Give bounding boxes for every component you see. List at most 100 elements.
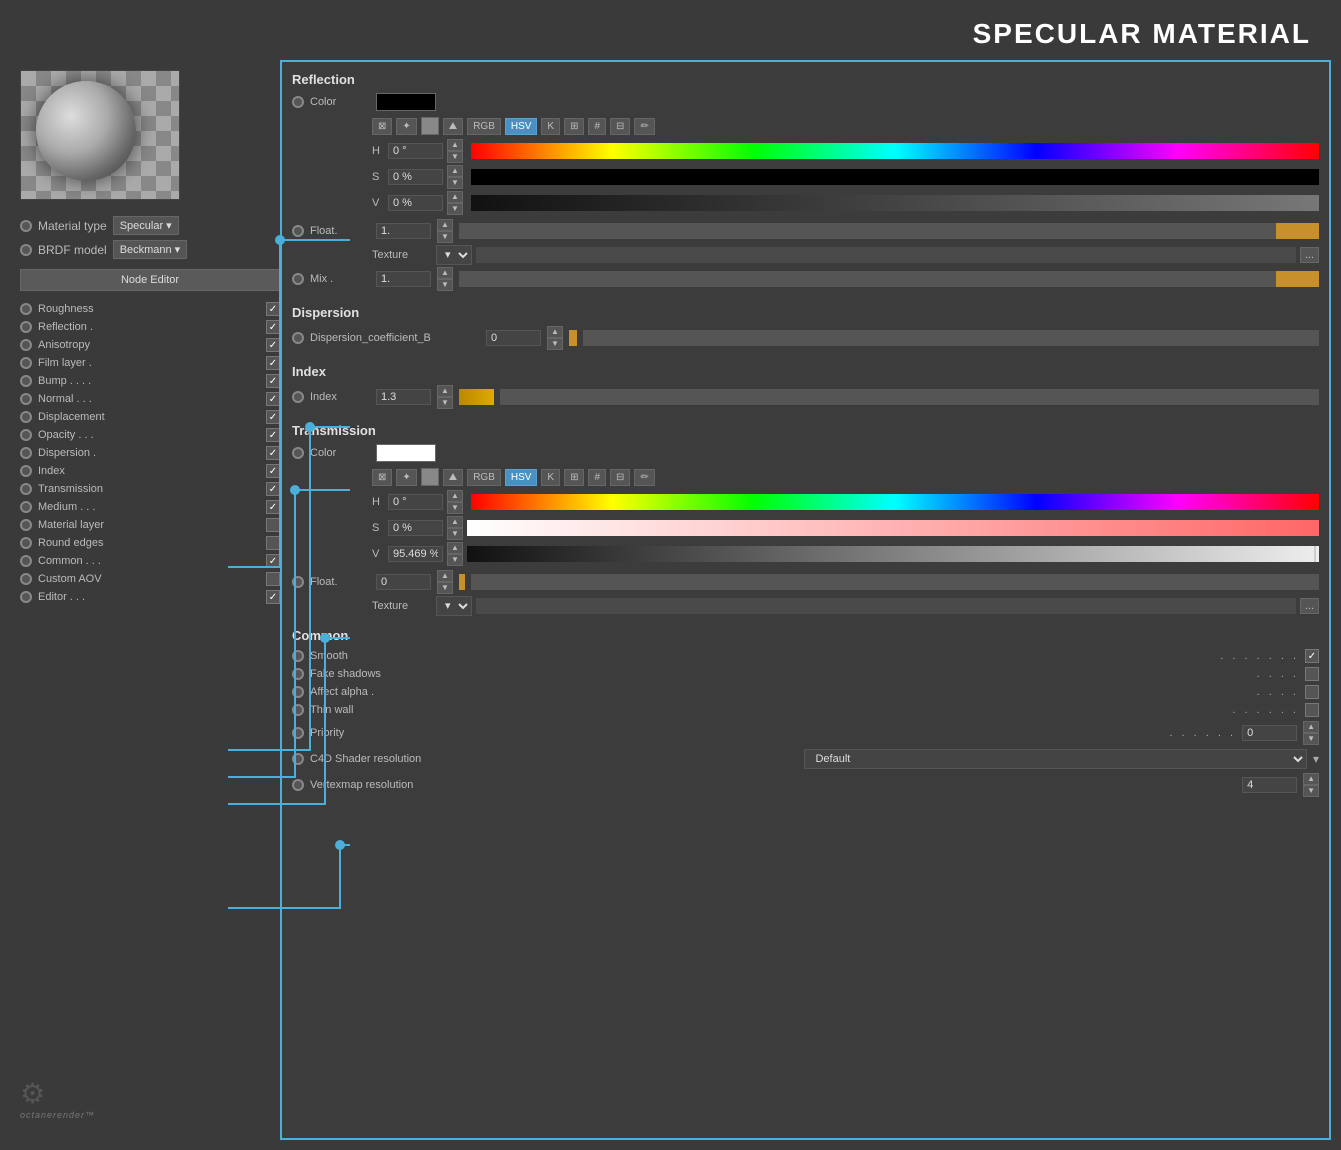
t-color-tool-reduce[interactable]: ⊠ [372,469,392,486]
color-tool-rgb[interactable]: RGB [467,118,501,135]
editor-checkbox[interactable] [266,590,280,604]
t-color-tool-grid1[interactable]: ⊞ [564,469,584,486]
color-tool-hsv[interactable]: HSV [505,118,538,135]
priority-up[interactable]: ▲ [1303,721,1319,733]
color-tool-k[interactable]: K [541,118,560,135]
node-editor-button[interactable]: Node Editor [20,269,280,291]
normal-radio[interactable] [20,393,32,405]
index-prop-radio[interactable] [292,391,304,403]
t-color-tool-grid2[interactable]: ⊟ [610,469,630,486]
reflection-float-radio[interactable] [292,225,304,237]
t-v-up[interactable]: ▲ [447,542,463,554]
texture-dropdown[interactable]: ▾ [436,245,472,265]
t-h-input[interactable] [388,494,443,510]
transmission-checkbox[interactable] [266,482,280,496]
displacement-checkbox[interactable] [266,410,280,424]
index-radio[interactable] [20,465,32,477]
reflection-color-radio[interactable] [292,96,304,108]
affect-alpha-radio[interactable] [292,686,304,698]
common-checkbox[interactable] [266,554,280,568]
anisotropy-checkbox[interactable] [266,338,280,352]
t-color-tool-grey[interactable] [421,468,439,486]
t-float-up[interactable]: ▲ [437,570,453,582]
t-float-radio[interactable] [292,576,304,588]
t-h-down[interactable]: ▼ [447,502,463,514]
roughness-checkbox[interactable] [266,302,280,316]
c4d-shader-radio[interactable] [292,753,304,765]
fake-shadows-radio[interactable] [292,668,304,680]
dispersion-radio[interactable] [20,447,32,459]
color-tool-wheel[interactable]: ✦ [396,118,416,135]
t-color-tool-landscape[interactable]: ⛰ [443,469,463,486]
mix-input[interactable] [376,271,431,287]
t-s-down[interactable]: ▼ [447,528,463,540]
float-down[interactable]: ▼ [437,231,453,243]
material-layer-checkbox[interactable] [266,518,280,532]
medium-radio[interactable] [20,501,32,513]
round-edges-checkbox[interactable] [266,536,280,550]
t-v-input[interactable] [388,546,443,562]
t-color-tool-k[interactable]: K [541,469,560,486]
thin-wall-checkbox[interactable] [1305,703,1319,717]
medium-checkbox[interactable] [266,500,280,514]
bump-checkbox[interactable] [266,374,280,388]
priority-down[interactable]: ▼ [1303,733,1319,745]
film-layer-radio[interactable] [20,357,32,369]
affect-alpha-checkbox[interactable] [1305,685,1319,699]
t-color-tool-rgb[interactable]: RGB [467,469,501,486]
vertexmap-down[interactable]: ▼ [1303,785,1319,797]
custom-aov-checkbox[interactable] [266,572,280,586]
vertexmap-up[interactable]: ▲ [1303,773,1319,785]
mix-up[interactable]: ▲ [437,267,453,279]
thin-wall-radio[interactable] [292,704,304,716]
color-tool-eyedropper[interactable]: ✏ [634,118,654,135]
t-val-bar[interactable] [467,546,1319,562]
color-tool-landscape[interactable]: ⛰ [443,118,463,135]
smooth-radio[interactable] [292,650,304,662]
reflection-radio[interactable] [20,321,32,333]
hue-bar[interactable] [471,143,1319,159]
val-bar[interactable] [471,195,1319,211]
t-h-up[interactable]: ▲ [447,490,463,502]
dispersion-checkbox[interactable] [266,446,280,460]
s-input[interactable] [388,169,443,185]
color-tool-grid1[interactable]: ⊞ [564,118,584,135]
h-up[interactable]: ▲ [447,139,463,151]
t-s-up[interactable]: ▲ [447,516,463,528]
index-checkbox[interactable] [266,464,280,478]
float-input[interactable] [376,223,431,239]
t-color-tool-hash[interactable]: # [588,469,606,486]
fake-shadows-checkbox[interactable] [1305,667,1319,681]
t-float-input[interactable] [376,574,431,590]
opacity-radio[interactable] [20,429,32,441]
index-down[interactable]: ▼ [437,397,453,409]
transmission-color-radio[interactable] [292,447,304,459]
v-input[interactable] [388,195,443,211]
t-color-tool-wheel[interactable]: ✦ [396,469,416,486]
opacity-checkbox[interactable] [266,428,280,442]
material-layer-radio[interactable] [20,519,32,531]
s-down[interactable]: ▼ [447,177,463,189]
t-color-tool-hsv[interactable]: HSV [505,469,538,486]
vertexmap-radio[interactable] [292,779,304,791]
t-texture-dropdown[interactable]: ▾ [436,596,472,616]
t-s-input[interactable] [388,520,443,536]
material-type-radio[interactable] [20,220,32,232]
c4d-shader-dropdown[interactable]: Default [804,749,1306,769]
editor-radio[interactable] [20,591,32,603]
mix-radio[interactable] [292,273,304,285]
t-texture-dots-btn[interactable]: ... [1300,598,1319,614]
t-hue-bar[interactable] [471,494,1319,510]
sat-bar[interactable] [471,169,1319,185]
dispersion-coeff-radio[interactable] [292,332,304,344]
bump-radio[interactable] [20,375,32,387]
normal-checkbox[interactable] [266,392,280,406]
film-layer-checkbox[interactable] [266,356,280,370]
h-input[interactable] [388,143,443,159]
float-bar[interactable] [459,223,1319,239]
h-down[interactable]: ▼ [447,151,463,163]
v-down[interactable]: ▼ [447,203,463,215]
smooth-checkbox[interactable] [1305,649,1319,663]
anisotropy-radio[interactable] [20,339,32,351]
color-tool-reduce[interactable]: ⊠ [372,118,392,135]
